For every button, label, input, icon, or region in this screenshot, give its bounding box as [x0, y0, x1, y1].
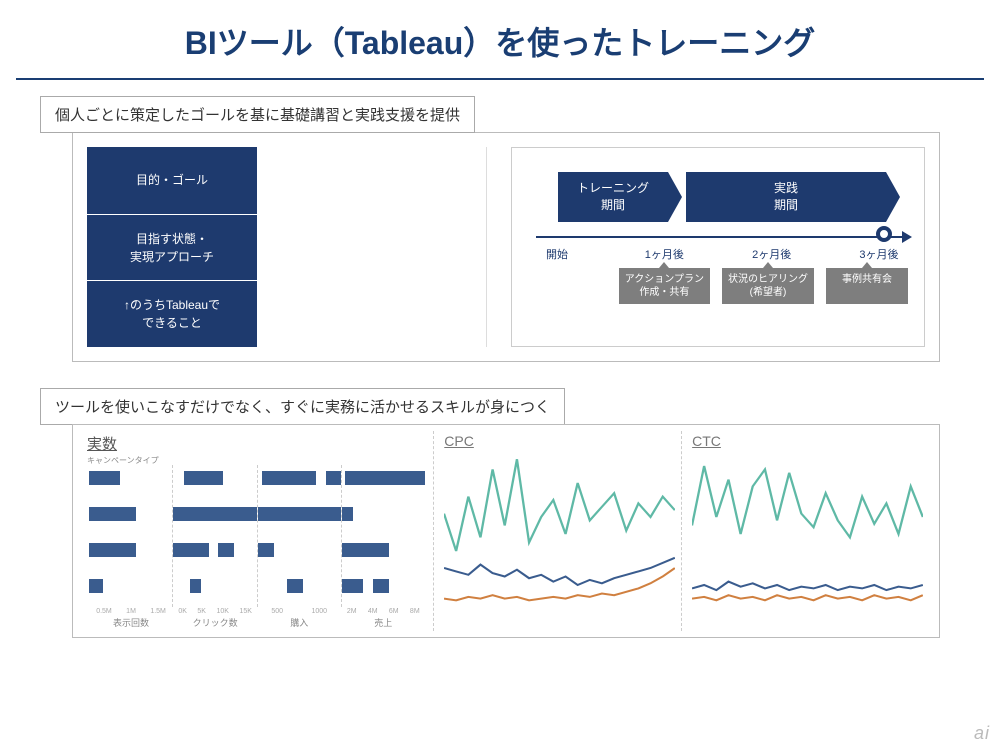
- bars-title: 実数: [87, 433, 429, 454]
- tick-0: 開始: [532, 246, 582, 262]
- xlabel-3: 売上: [374, 618, 392, 628]
- tick-1: 1ヶ月後: [639, 246, 689, 262]
- section2-panel: 実数 キャンペーンタイプ 0.5M1M1.5M表示回数 0K5K10K15Kクリ…: [72, 424, 940, 638]
- xlabel-1: クリック数: [193, 618, 238, 628]
- phase-training: トレーニング 期間: [558, 172, 668, 222]
- timeline-axis: [536, 236, 906, 238]
- xlabel-2: 購入: [290, 618, 308, 628]
- matrix-row-1: 目指す状態・ 実現アプローチ: [87, 214, 257, 281]
- goal-matrix: 目的・ゴール 目指す状態・ 実現アプローチ ↑のうちTableauで できること: [87, 147, 487, 347]
- timeline: トレーニング 期間 実践 期間 開始 1ヶ月後 2ヶ月後 3ヶ月後 アクションプ…: [511, 147, 925, 347]
- dashboard-bars: 実数 キャンペーンタイプ 0.5M1M1.5M表示回数 0K5K10K15Kクリ…: [83, 431, 434, 631]
- dashboard-ctc: CTC: [682, 431, 929, 631]
- matrix-row-2: ↑のうちTableauで できること: [87, 280, 257, 347]
- timeline-box-2: 事例共有会: [826, 268, 908, 304]
- timeline-box-1: 状況のヒアリング (希望者): [722, 268, 814, 304]
- section1-label: 個人ごとに策定したゴールを基に基礎講習と実践支援を提供: [40, 96, 475, 133]
- tick-3: 3ヶ月後: [854, 246, 904, 262]
- cpc-title: CPC: [444, 433, 675, 449]
- timeline-box-0: アクションプラン 作成・共有: [619, 268, 710, 304]
- section1-panel: 目的・ゴール 目指す状態・ 実現アプローチ ↑のうちTableauで できること…: [72, 132, 940, 362]
- tick-2: 2ヶ月後: [747, 246, 797, 262]
- ctc-title: CTC: [692, 433, 923, 449]
- timeline-marker-icon: [876, 226, 892, 242]
- page-title: BIツール（Tableau）を使ったトレーニング: [0, 18, 1000, 64]
- watermark: ai: [974, 723, 990, 744]
- title-rule: [16, 78, 984, 80]
- dashboard-cpc: CPC: [434, 431, 682, 631]
- phase-practice: 実践 期間: [686, 172, 886, 222]
- section2-label: ツールを使いこなすだけでなく、すぐに実務に活かせるスキルが身につく: [40, 388, 565, 425]
- matrix-row-0: 目的・ゴール: [87, 147, 257, 214]
- xlabel-0: 表示回数: [113, 618, 149, 628]
